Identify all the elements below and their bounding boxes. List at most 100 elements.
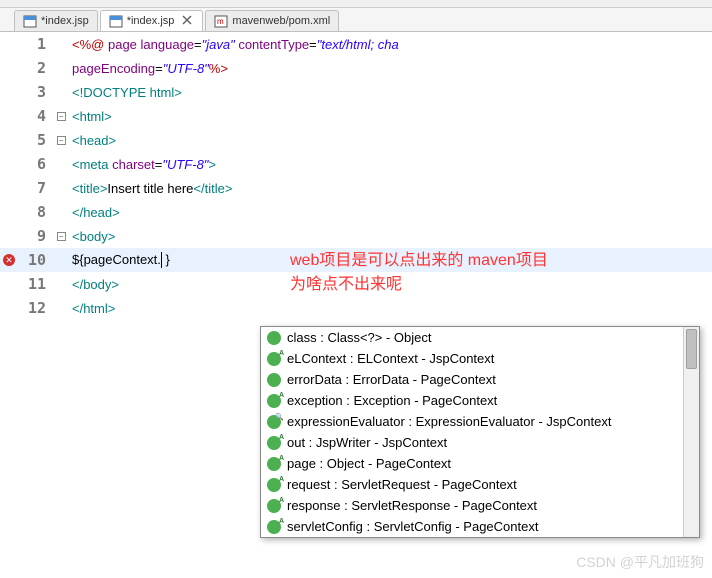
autocomplete-item[interactable]: AservletConfig : ServletConfig - PageCon…: [261, 516, 699, 537]
code-content[interactable]: <meta charset="UTF-8">: [68, 157, 216, 172]
error-icon: ✕: [3, 254, 15, 266]
line-number: 10: [18, 251, 54, 269]
toolbar-stub: [0, 0, 712, 8]
gutter-marker: [0, 56, 18, 80]
fold-toggle[interactable]: −: [54, 104, 68, 128]
method-icon: A: [267, 520, 281, 534]
gutter-marker: [0, 224, 18, 248]
autocomplete-item[interactable]: Arequest : ServletRequest - PageContext: [261, 474, 699, 495]
fold-toggle: [54, 296, 68, 320]
gutter-marker: [0, 200, 18, 224]
gutter-marker: [0, 128, 18, 152]
code-line[interactable]: 8 </head>: [0, 200, 712, 224]
code-content[interactable]: </body>: [68, 277, 119, 292]
code-content[interactable]: </html>: [68, 301, 115, 316]
gutter-marker: [0, 152, 18, 176]
popup-scrollbar[interactable]: [683, 327, 699, 537]
autocomplete-popup[interactable]: class : Class<?> - Object AeLContext : EL…: [260, 326, 700, 538]
editor-tab-1[interactable]: *index.jsp: [100, 10, 204, 31]
code-content[interactable]: <%@ page language="java" contentType="te…: [68, 37, 399, 52]
autocomplete-label: exception : Exception - PageContext: [287, 393, 497, 408]
tab-label: *index.jsp: [41, 15, 89, 27]
line-number: 8: [18, 203, 54, 221]
method-search-icon: 🔍: [267, 415, 281, 429]
tab-label: mavenweb/pom.xml: [232, 15, 330, 27]
autocomplete-label: expressionEvaluator : ExpressionEvaluato…: [287, 414, 611, 429]
annotation-text-2: 为啥点不出来呢: [290, 270, 402, 294]
autocomplete-label: request : ServletRequest - PageContext: [287, 477, 517, 492]
editor-tab-2[interactable]: m mavenweb/pom.xml: [205, 10, 339, 31]
close-icon[interactable]: [182, 15, 194, 27]
code-line[interactable]: 2 pageEncoding="UTF-8"%>: [0, 56, 712, 80]
maven-file-icon: m: [214, 14, 228, 28]
autocomplete-label: class : Class<?> - Object: [287, 330, 432, 345]
line-number: 3: [18, 83, 54, 101]
line-number: 6: [18, 155, 54, 173]
autocomplete-label: errorData : ErrorData - PageContext: [287, 372, 496, 387]
method-icon: A: [267, 394, 281, 408]
code-line[interactable]: 6 <meta charset="UTF-8">: [0, 152, 712, 176]
method-icon: [267, 373, 281, 387]
autocomplete-item[interactable]: Aexception : Exception - PageContext: [261, 390, 699, 411]
fold-toggle: [54, 272, 68, 296]
fold-toggle[interactable]: −: [54, 128, 68, 152]
code-editor[interactable]: 1 <%@ page language="java" contentType="t…: [0, 32, 712, 578]
autocomplete-item[interactable]: 🔍 expressionEvaluator : ExpressionEvaluat…: [261, 411, 699, 432]
autocomplete-label: servletConfig : ServletConfig - PageCont…: [287, 519, 538, 534]
gutter-marker: [0, 80, 18, 104]
code-content[interactable]: <title>Insert title here</title>: [68, 181, 232, 196]
gutter-marker: [0, 104, 18, 128]
code-content[interactable]: <html>: [68, 109, 112, 124]
code-line[interactable]: 5−<head>: [0, 128, 712, 152]
autocomplete-item[interactable]: errorData : ErrorData - PageContext: [261, 369, 699, 390]
code-line[interactable]: 1 <%@ page language="java" contentType="t…: [0, 32, 712, 56]
code-content[interactable]: </head>: [68, 205, 120, 220]
gutter-marker: [0, 296, 18, 320]
autocomplete-label: page : Object - PageContext: [287, 456, 451, 471]
autocomplete-item[interactable]: Aresponse : ServletResponse - PageContex…: [261, 495, 699, 516]
code-line[interactable]: 9−<body>: [0, 224, 712, 248]
editor-tab-0[interactable]: *index.jsp: [14, 10, 98, 31]
code-content[interactable]: <!DOCTYPE html>: [68, 85, 182, 100]
svg-text:m: m: [217, 17, 224, 26]
fold-toggle: [54, 32, 68, 56]
code-content[interactable]: <head>: [68, 133, 116, 148]
tab-label: *index.jsp: [127, 15, 175, 27]
scrollbar-thumb[interactable]: [686, 329, 697, 369]
line-number: 9: [18, 227, 54, 245]
method-icon: [267, 331, 281, 345]
fold-toggle[interactable]: −: [54, 224, 68, 248]
code-content[interactable]: pageEncoding="UTF-8"%>: [68, 61, 228, 76]
line-number: 2: [18, 59, 54, 77]
code-line[interactable]: 3 <!DOCTYPE html>: [0, 80, 712, 104]
line-number: 1: [18, 35, 54, 53]
method-icon: A: [267, 352, 281, 366]
autocomplete-item[interactable]: AeLContext : ELContext - JspContext: [261, 348, 699, 369]
line-number: 11: [18, 275, 54, 293]
method-icon: A: [267, 499, 281, 513]
code-line[interactable]: 12</html>: [0, 296, 712, 320]
line-number: 5: [18, 131, 54, 149]
gutter-marker: [0, 176, 18, 200]
method-icon: A: [267, 457, 281, 471]
gutter-marker: [0, 32, 18, 56]
editor-tabs: *index.jsp *index.jsp m mavenweb/pom.xml: [0, 8, 712, 32]
method-icon: A: [267, 436, 281, 450]
autocomplete-item[interactable]: Apage : Object - PageContext: [261, 453, 699, 474]
fold-toggle: [54, 152, 68, 176]
fold-toggle: [54, 80, 68, 104]
autocomplete-item[interactable]: class : Class<?> - Object: [261, 327, 699, 348]
autocomplete-item[interactable]: Aout : JspWriter - JspContext: [261, 432, 699, 453]
line-number: 4: [18, 107, 54, 125]
annotation-text-1: web项目是可以点出来的 maven项目: [290, 246, 548, 270]
fold-toggle: [54, 248, 68, 272]
autocomplete-label: out : JspWriter - JspContext: [287, 435, 447, 450]
code-content[interactable]: <body>: [68, 229, 115, 244]
method-icon: A: [267, 478, 281, 492]
jsp-file-icon: [23, 14, 37, 28]
jsp-file-icon: [109, 14, 123, 28]
fold-toggle: [54, 200, 68, 224]
code-line[interactable]: 7<title>Insert title here</title>: [0, 176, 712, 200]
code-line[interactable]: 4−<html>: [0, 104, 712, 128]
code-content[interactable]: ${pageContext. }: [68, 252, 170, 269]
